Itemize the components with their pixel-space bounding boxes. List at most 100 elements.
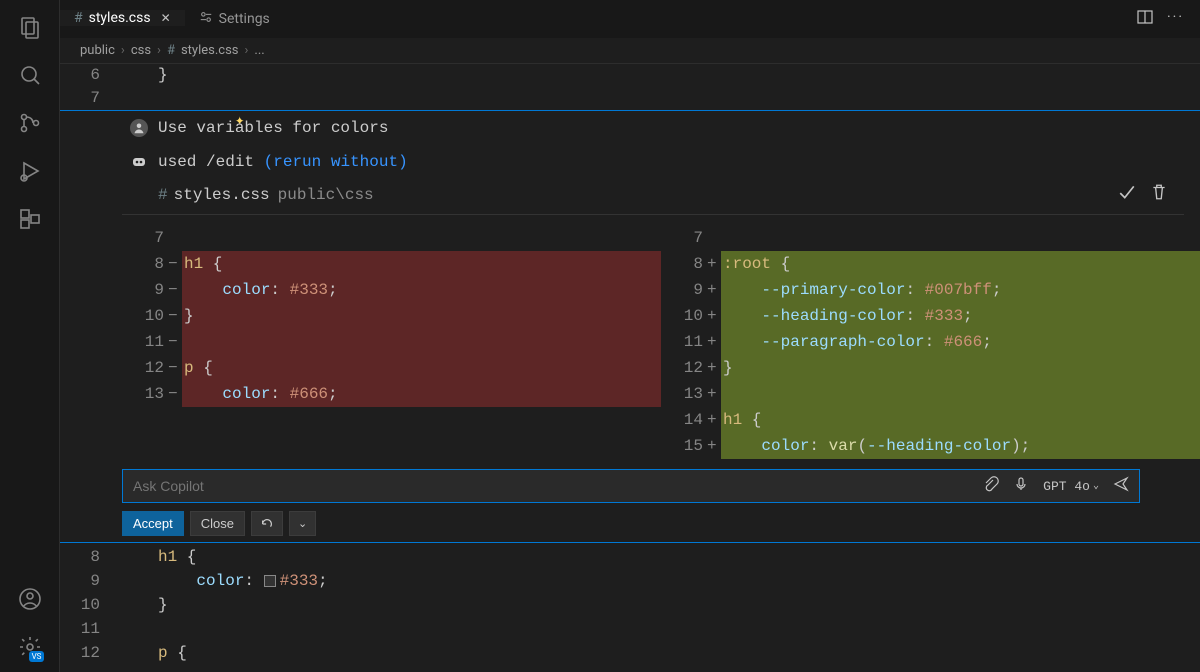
more-icon[interactable]: ··· xyxy=(1167,9,1184,29)
diff-row: 13− color: #666; xyxy=(122,381,661,407)
line-number: 15 xyxy=(661,433,707,459)
line-number: 12 xyxy=(60,641,118,665)
more-actions-button[interactable]: ⌄ xyxy=(289,511,316,536)
line-number: 8 xyxy=(122,251,168,277)
code-line[interactable]: color: #333; xyxy=(118,569,1200,593)
rerun-link[interactable]: (rerun without) xyxy=(264,153,408,171)
line-number: 12 xyxy=(661,355,707,381)
inline-chat-actions: Accept Close ⌄ xyxy=(122,511,1200,536)
diff-modified: 78+:root {9+ --primary-color: #007bff;10… xyxy=(661,225,1200,459)
editor-code[interactable]: 8h1 {9 color: #333;10}1112p { xyxy=(60,543,1200,665)
diff-line-content: --paragraph-color: #666; xyxy=(721,329,1200,355)
microphone-icon[interactable] xyxy=(1013,476,1029,497)
code-line[interactable]: h1 { xyxy=(118,545,1200,569)
diff-sign: + xyxy=(707,355,721,381)
settings-icon[interactable]: VS xyxy=(15,632,45,662)
editor[interactable]: 6 } 7 ✦ Use variables for colors xyxy=(60,64,1200,672)
diff-sign: − xyxy=(168,381,182,407)
diff-line-content: h1 { xyxy=(721,407,1200,433)
diff-sign xyxy=(707,225,721,251)
line-number: 9 xyxy=(122,277,168,303)
user-message: Use variables for colors xyxy=(122,111,1200,145)
model-picker[interactable]: GPT 4o ⌄ xyxy=(1043,479,1099,494)
editor-group: #styles.css✕Settings ··· public › css › … xyxy=(60,0,1200,672)
code-line[interactable]: } xyxy=(118,593,1200,617)
code-line[interactable]: } xyxy=(118,64,1200,87)
css-file-icon: # xyxy=(167,43,175,58)
css-file-icon: # xyxy=(74,10,83,26)
extensions-icon[interactable] xyxy=(15,204,45,234)
diff-line-content: --heading-color: #333; xyxy=(721,303,1200,329)
diff-row: 13+ xyxy=(661,381,1200,407)
vs-badge: VS xyxy=(29,651,45,662)
attach-icon[interactable] xyxy=(983,476,999,497)
user-message-text: Use variables for colors xyxy=(158,119,388,137)
chat-input-field[interactable] xyxy=(133,478,971,494)
line-number: 11 xyxy=(60,617,118,641)
chevron-down-icon: ⌄ xyxy=(1093,480,1099,492)
diff-line-content: :root { xyxy=(721,251,1200,277)
diff-row: 11− xyxy=(122,329,661,355)
run-debug-icon[interactable] xyxy=(15,156,45,186)
diff-line-content xyxy=(182,407,661,433)
file-reference-path: public\css xyxy=(278,186,374,204)
inline-chat-input[interactable]: GPT 4o ⌄ xyxy=(122,469,1140,503)
diff-sign: − xyxy=(168,277,182,303)
diff-row: 10+ --heading-color: #333; xyxy=(661,303,1200,329)
tab-label: Settings xyxy=(219,11,270,27)
split-editor-icon[interactable] xyxy=(1137,9,1153,29)
file-reference[interactable]: # styles.css public\css xyxy=(122,179,1184,215)
breadcrumb[interactable]: public › css › # styles.css › ... xyxy=(60,38,1200,64)
diff-sign: + xyxy=(707,277,721,303)
breadcrumb-trailing[interactable]: ... xyxy=(254,43,264,58)
diff-row: 12−p { xyxy=(122,355,661,381)
line-number: 7 xyxy=(661,225,707,251)
diff-line-content xyxy=(721,381,1200,407)
diff-sign xyxy=(168,433,182,459)
activity-bar: VS xyxy=(0,0,60,672)
regenerate-button[interactable] xyxy=(251,511,283,536)
accept-button[interactable]: Accept xyxy=(122,511,184,536)
line-number: 9 xyxy=(60,569,118,593)
code-line[interactable]: p { xyxy=(118,641,1200,665)
line-number xyxy=(122,433,168,459)
send-icon[interactable] xyxy=(1113,476,1129,497)
discard-trash-icon[interactable] xyxy=(1150,183,1168,206)
user-avatar-icon xyxy=(130,119,148,137)
diff-sign: − xyxy=(168,303,182,329)
diff-line-content: color: var(--heading-color); xyxy=(721,433,1200,459)
search-icon[interactable] xyxy=(15,60,45,90)
tab-settings[interactable]: Settings xyxy=(185,10,284,28)
accounts-icon[interactable] xyxy=(15,584,45,614)
close-icon[interactable]: ✕ xyxy=(161,11,171,25)
explorer-icon[interactable] xyxy=(15,12,45,42)
diff-sign: + xyxy=(707,381,721,407)
tab-styles-css[interactable]: #styles.css✕ xyxy=(60,10,185,26)
accept-check-icon[interactable] xyxy=(1118,183,1136,206)
diff-original: 78−h1 {9− color: #333;10−}11−12−p {13− c… xyxy=(122,225,661,459)
diff-line-content xyxy=(182,329,661,355)
diff-line-content: p { xyxy=(182,355,661,381)
source-control-icon[interactable] xyxy=(15,108,45,138)
diff-sign: − xyxy=(168,355,182,381)
diff-sign: + xyxy=(707,433,721,459)
diff-row xyxy=(122,407,661,433)
code-line[interactable]: ✦ xyxy=(118,87,1200,110)
breadcrumb-part[interactable]: css xyxy=(131,43,151,58)
diff-row: 10−} xyxy=(122,303,661,329)
diff-row: 9+ --primary-color: #007bff; xyxy=(661,277,1200,303)
diff-sign: − xyxy=(168,329,182,355)
diff-row: 11+ --paragraph-color: #666; xyxy=(661,329,1200,355)
line-number: 8 xyxy=(60,545,118,569)
diff-row: 12+} xyxy=(661,355,1200,381)
breadcrumb-part[interactable]: public xyxy=(80,43,115,58)
close-button[interactable]: Close xyxy=(190,511,245,536)
line-number: 8 xyxy=(661,251,707,277)
diff-row: 9− color: #333; xyxy=(122,277,661,303)
line-number: 10 xyxy=(661,303,707,329)
diff-row: 8+:root { xyxy=(661,251,1200,277)
diff-sign xyxy=(168,407,182,433)
code-line[interactable] xyxy=(118,617,1200,641)
line-number: 13 xyxy=(122,381,168,407)
breadcrumb-file[interactable]: styles.css xyxy=(181,43,239,58)
